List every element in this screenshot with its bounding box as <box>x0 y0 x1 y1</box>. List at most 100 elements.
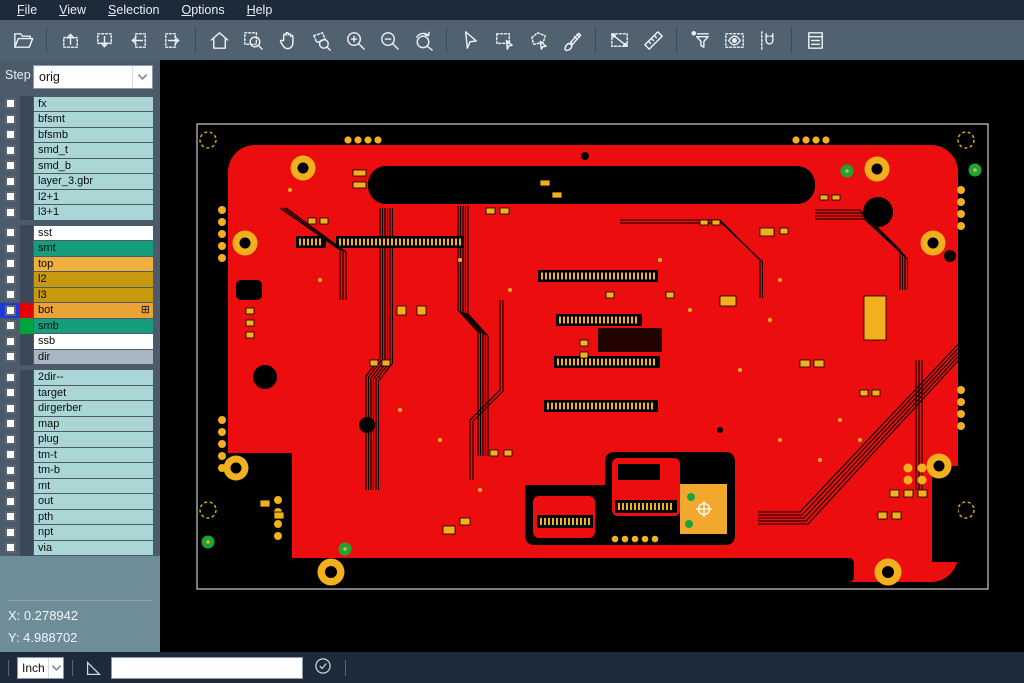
layer-visibility-checkbox[interactable] <box>0 370 20 386</box>
paint-brush-icon[interactable] <box>555 24 589 56</box>
layer-row-l3[interactable]: l3 <box>0 287 160 303</box>
layer-name[interactable]: l2 <box>34 272 153 287</box>
layer-color-swatch[interactable] <box>20 174 33 190</box>
layer-visibility-checkbox[interactable] <box>0 174 20 190</box>
layer-row-bot[interactable]: bot⊞ <box>0 303 160 319</box>
layer-color-swatch[interactable] <box>20 370 33 386</box>
layer-visibility-checkbox[interactable] <box>0 225 20 241</box>
layer-color-swatch[interactable] <box>20 509 33 525</box>
unit-select[interactable]: Inch <box>17 657 64 679</box>
menu-file[interactable]: File <box>6 0 48 20</box>
layer-name[interactable]: dir <box>34 350 153 365</box>
pan-hand-icon[interactable] <box>270 24 304 56</box>
layer-visibility-checkbox[interactable] <box>0 349 20 365</box>
layer-color-swatch[interactable] <box>20 225 33 241</box>
layer-visibility-checkbox[interactable] <box>0 256 20 272</box>
layer-row-bfsmb[interactable]: bfsmb <box>0 127 160 143</box>
layer-name[interactable]: l2+1 <box>34 190 153 205</box>
zoom-in-icon[interactable] <box>338 24 372 56</box>
layer-name[interactable]: layer_3.gbr <box>34 174 153 189</box>
layer-name[interactable]: smd_t <box>34 143 153 158</box>
layer-row-dir[interactable]: dir <box>0 349 160 365</box>
layer-visibility-checkbox[interactable] <box>0 494 20 510</box>
layer-name[interactable]: sst <box>34 226 153 241</box>
layer-color-swatch[interactable] <box>20 256 33 272</box>
layer-name[interactable]: via <box>34 541 153 556</box>
layer-color-swatch[interactable] <box>20 401 33 417</box>
layer-row-target[interactable]: target <box>0 385 160 401</box>
layer-visibility-checkbox[interactable] <box>0 447 20 463</box>
layer-visibility-checkbox[interactable] <box>0 525 20 541</box>
layer-row-2dir--[interactable]: 2dir-- <box>0 370 160 386</box>
shift-right-icon[interactable] <box>155 24 189 56</box>
zoom-out-icon[interactable] <box>372 24 406 56</box>
layer-visibility-checkbox[interactable] <box>0 463 20 479</box>
layer-name[interactable]: map <box>34 417 153 432</box>
zoom-object-icon[interactable] <box>304 24 338 56</box>
layer-color-swatch[interactable] <box>20 143 33 159</box>
layer-visibility-checkbox[interactable] <box>0 241 20 257</box>
layer-color-swatch[interactable] <box>20 287 33 303</box>
layer-row-layer_3.gbr[interactable]: layer_3.gbr <box>0 174 160 190</box>
layer-row-smt[interactable]: smt <box>0 241 160 257</box>
layer-name[interactable]: fx <box>34 97 153 112</box>
layer-color-swatch[interactable] <box>20 318 33 334</box>
layer-name[interactable]: smd_b <box>34 159 153 174</box>
layer-name[interactable]: 2dir-- <box>34 370 153 385</box>
shift-left-icon[interactable] <box>121 24 155 56</box>
layer-row-npt[interactable]: npt <box>0 525 160 541</box>
layer-visibility-checkbox[interactable] <box>0 96 20 112</box>
menu-selection[interactable]: Selection <box>97 0 170 20</box>
layer-color-swatch[interactable] <box>20 447 33 463</box>
layer-color-swatch[interactable] <box>20 96 33 112</box>
layer-visibility-checkbox[interactable] <box>0 287 20 303</box>
layer-row-fx[interactable]: fx <box>0 96 160 112</box>
layer-color-swatch[interactable] <box>20 432 33 448</box>
show-selection-icon[interactable] <box>717 24 751 56</box>
layer-row-dirgerber[interactable]: dirgerber <box>0 401 160 417</box>
layer-color-swatch[interactable] <box>20 494 33 510</box>
layer-color-swatch[interactable] <box>20 478 33 494</box>
pcb-canvas[interactable] <box>160 60 1024 652</box>
layer-row-smd_b[interactable]: smd_b <box>0 158 160 174</box>
layer-name[interactable]: dirgerber <box>34 401 153 416</box>
layer-visibility-checkbox[interactable] <box>0 158 20 174</box>
chevron-down-icon[interactable] <box>132 66 152 88</box>
layer-name[interactable]: npt <box>34 525 153 540</box>
layer-color-swatch[interactable] <box>20 540 33 556</box>
layer-row-via[interactable]: via <box>0 540 160 556</box>
step-select[interactable]: orig <box>33 65 153 89</box>
layer-visibility-checkbox[interactable] <box>0 112 20 128</box>
zoom-window-icon[interactable] <box>236 24 270 56</box>
ruler-icon[interactable] <box>636 24 670 56</box>
layer-color-swatch[interactable] <box>20 241 33 257</box>
filter-icon[interactable] <box>683 24 717 56</box>
select-pointer-icon[interactable] <box>453 24 487 56</box>
open-file-icon[interactable] <box>6 24 40 56</box>
layer-color-swatch[interactable] <box>20 334 33 350</box>
layer-row-bfsmt[interactable]: bfsmt <box>0 112 160 128</box>
layer-name[interactable]: pth <box>34 510 153 525</box>
layer-row-tm-b[interactable]: tm-b <box>0 463 160 479</box>
chevron-down-icon[interactable] <box>48 658 63 678</box>
layer-color-swatch[interactable] <box>20 205 33 221</box>
layer-color-swatch[interactable] <box>20 349 33 365</box>
layer-row-mt[interactable]: mt <box>0 478 160 494</box>
layer-color-swatch[interactable] <box>20 525 33 541</box>
layer-name[interactable]: bot⊞ <box>34 303 153 318</box>
layer-color-swatch[interactable] <box>20 272 33 288</box>
home-view-icon[interactable] <box>202 24 236 56</box>
select-rectangle-icon[interactable] <box>487 24 521 56</box>
layer-visibility-checkbox[interactable] <box>0 205 20 221</box>
menu-view[interactable]: View <box>48 0 97 20</box>
layer-visibility-checkbox[interactable] <box>0 478 20 494</box>
shift-down-icon[interactable] <box>87 24 121 56</box>
layer-color-swatch[interactable] <box>20 158 33 174</box>
layer-color-swatch[interactable] <box>20 127 33 143</box>
select-polygon-icon[interactable] <box>521 24 555 56</box>
layer-row-l2[interactable]: l2 <box>0 272 160 288</box>
layer-row-out[interactable]: out <box>0 494 160 510</box>
layer-visibility-checkbox[interactable] <box>0 127 20 143</box>
layer-name[interactable]: smt <box>34 241 153 256</box>
layer-row-tm-t[interactable]: tm-t <box>0 447 160 463</box>
